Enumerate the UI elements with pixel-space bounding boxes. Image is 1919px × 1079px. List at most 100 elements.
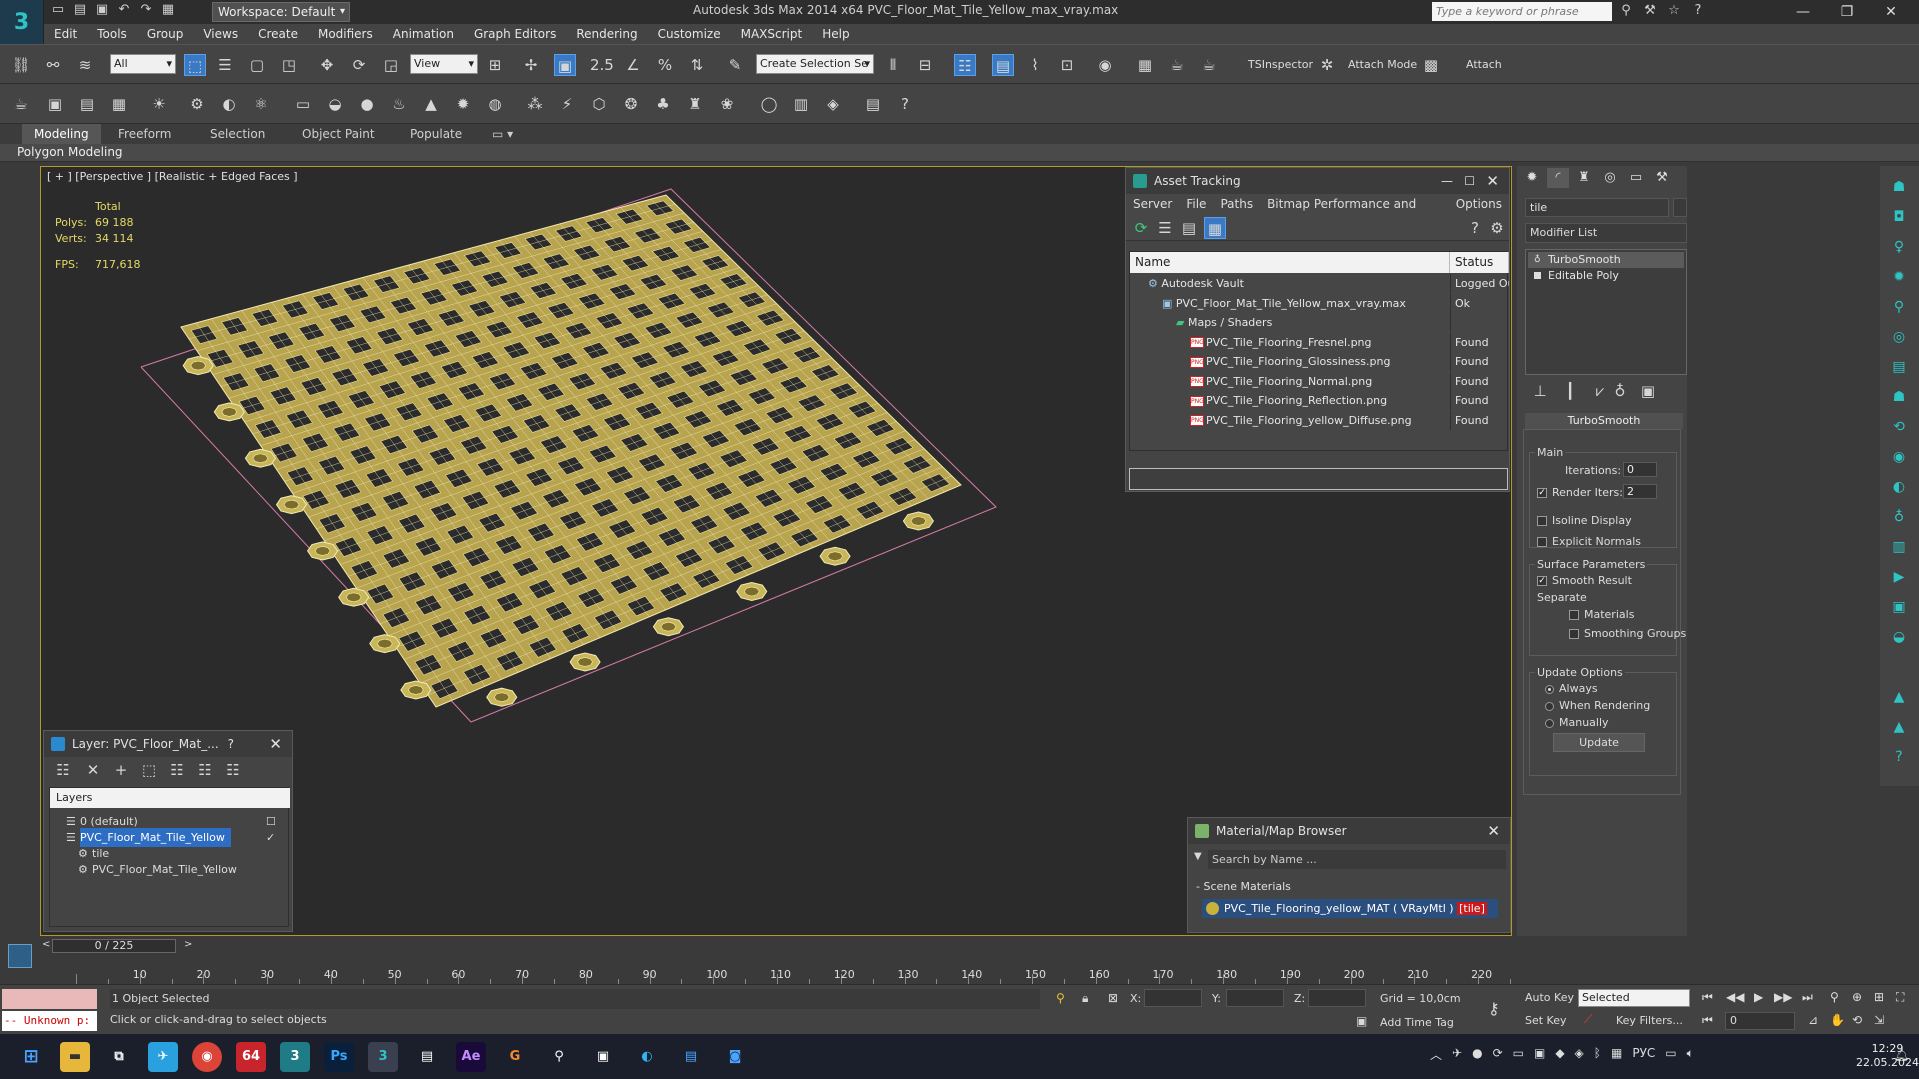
photoshop-icon[interactable]: Ps [324, 1042, 354, 1072]
asset-row[interactable]: ▣ PVC_Floor_Mat_Tile_Yellow_max_vray.max… [1130, 293, 1509, 313]
layer-row[interactable]: ⚙ PVC_Floor_Mat_Tile_Yellow [50, 860, 290, 879]
asset-menu-options[interactable]: Options [1449, 194, 1509, 215]
schematic-view-icon[interactable]: ⊡ [1056, 54, 1078, 76]
bolt-icon[interactable]: ⚡ [556, 93, 578, 115]
smooth-result-checkbox[interactable]: ✓ Smooth Result [1537, 574, 1632, 587]
select-object-icon[interactable]: ⬚ [184, 54, 206, 76]
display-tab-icon[interactable]: ▭ [1625, 168, 1647, 188]
add-icon[interactable]: + [110, 759, 132, 781]
telegram-icon[interactable]: ✈ [148, 1042, 178, 1072]
unlink-icon[interactable]: ⚯ [42, 54, 64, 76]
hair-icon[interactable]: ❀ [716, 93, 738, 115]
book-icon[interactable]: ▤ [1888, 356, 1910, 378]
mesh-icon[interactable]: ⬡ [588, 93, 610, 115]
configure-sets-icon[interactable]: ▣ [1637, 380, 1659, 402]
task-view-icon[interactable]: ⧉ [104, 1042, 134, 1072]
search-input[interactable]: Type a keyword or phrase [1432, 2, 1612, 21]
next-frame-icon[interactable]: > [184, 939, 192, 950]
open-file-icon[interactable]: ▤ [72, 2, 88, 18]
material-editor-icon[interactable]: ◉ [1094, 54, 1116, 76]
asset-row[interactable]: ▰ Maps / Shaders [1130, 313, 1509, 332]
dynamics-icon[interactable]: ⚛ [250, 93, 272, 115]
g-app-icon[interactable]: G [500, 1042, 530, 1072]
disk-icon[interactable]: ▣ [588, 1042, 618, 1072]
close-icon[interactable]: ✕ [1869, 0, 1913, 24]
render-list-icon[interactable]: ▦ [108, 93, 130, 115]
restore-icon[interactable]: ❐ [1825, 0, 1869, 24]
isolate-icon[interactable]: ⚲ [1056, 991, 1065, 1005]
undo-icon[interactable]: ↶ [116, 2, 132, 18]
zoom-extents-icon[interactable]: ⊞ [1874, 990, 1884, 1004]
attach-mode-label[interactable]: Attach Mode [1348, 58, 1417, 71]
vpn-icon[interactable]: ⚲ [544, 1042, 574, 1072]
column-header-name[interactable]: Name [1130, 252, 1450, 273]
motion-tab-icon[interactable]: ◎ [1599, 168, 1621, 188]
set-key-button[interactable]: Set Key [1525, 1014, 1567, 1027]
smoothing-groups-checkbox[interactable]: Smoothing Groups [1569, 627, 1686, 640]
rotate-icon[interactable]: ⟳ [348, 54, 370, 76]
network-icon[interactable]: ▭ [1665, 1046, 1676, 1063]
stack-item-turbosmooth[interactable]: ♁ TurboSmooth [1528, 252, 1684, 268]
render-iters-checkbox[interactable]: ✓ Render Iters: [1537, 486, 1623, 499]
key-mode-toggle-icon[interactable]: ⏮ [1702, 1013, 1713, 1028]
dropdown-arrow-icon[interactable]: ▼ [1194, 851, 1202, 862]
selection-filter-dropdown[interactable]: All [110, 54, 176, 74]
video-icon[interactable]: ▶ [1888, 566, 1910, 588]
plane-icon[interactable]: ▭ [292, 93, 314, 115]
camera-icon[interactable]: ◘ [1888, 206, 1910, 228]
export-icon[interactable]: ▤ [862, 93, 884, 115]
menu-customize[interactable]: Customize [648, 24, 731, 44]
3dsmax-active-icon[interactable]: 3 [368, 1042, 398, 1072]
layers-header[interactable]: Layers [50, 788, 290, 808]
light-lister-icon[interactable]: ☀ [148, 93, 170, 115]
refresh-icon[interactable]: ⟳ [1130, 217, 1152, 239]
globe-icon[interactable]: ◉ [1888, 446, 1910, 468]
tab-populate[interactable]: Populate [398, 124, 474, 144]
notepad-icon[interactable]: ▤ [412, 1042, 442, 1072]
ies-light-icon[interactable]: ◍ [484, 93, 506, 115]
current-frame-field[interactable]: 0 [1725, 1012, 1795, 1030]
keyboard-shortcut-icon[interactable]: ▣ [554, 54, 576, 76]
menu-edit[interactable]: Edit [44, 24, 87, 44]
prev-frame-icon[interactable]: < [42, 939, 50, 950]
iterations-spinner[interactable]: 0 [1623, 462, 1657, 477]
asset-row[interactable]: ⚙ Autodesk Vault Logged Ou [1130, 274, 1509, 293]
asset-row[interactable]: PNG PVC_Tile_Flooring_yellow_Diffuse.png F… [1130, 410, 1509, 430]
menu-animation[interactable]: Animation [383, 24, 464, 44]
manually-radio[interactable]: Manually [1545, 716, 1609, 729]
light-bulb-icon[interactable]: ♀ [1888, 236, 1910, 258]
maximize-viewport-icon[interactable]: ⛶ [1896, 990, 1904, 1005]
freeze-layers-icon[interactable]: ☷ [222, 759, 244, 781]
question-icon[interactable]: ? [894, 93, 916, 115]
named-selection-dropdown[interactable]: Create Selection Se [756, 54, 874, 74]
time-slider[interactable]: < 0 / 225 > [40, 938, 1512, 954]
material-entry[interactable]: PVC_Tile_Flooring_yellow_MAT ( VRayMtl )… [1202, 899, 1498, 918]
select-by-name-icon[interactable]: ☰ [214, 54, 236, 76]
asset-menu-server[interactable]: Server [1126, 194, 1179, 215]
align-icon[interactable]: ⊟ [914, 54, 936, 76]
tools-icon[interactable]: ⚙ [186, 93, 208, 115]
teapot-icon[interactable]: ☕ [10, 93, 32, 115]
select-objects-icon[interactable]: ⬚ [138, 759, 160, 781]
help-icon[interactable]: ? [1690, 3, 1706, 19]
menu-rendering[interactable]: Rendering [566, 24, 647, 44]
polygon-modeling-label[interactable]: Polygon Modeling [17, 145, 123, 159]
key-tangent-icon[interactable]: ⟋ [1584, 1012, 1592, 1027]
list-view-icon[interactable]: ☰ [1154, 217, 1176, 239]
field-of-view-icon[interactable]: ⊿ [1808, 1013, 1818, 1027]
file-explorer-icon[interactable]: ▬ [60, 1042, 90, 1072]
absolute-mode-icon[interactable]: ⊠ [1108, 991, 1118, 1005]
always-radio[interactable]: Always [1545, 682, 1598, 695]
render-setup-icon[interactable]: ▦ [1134, 54, 1156, 76]
after-effects-icon[interactable]: Ae [456, 1042, 486, 1072]
radio-icon[interactable] [1545, 718, 1554, 728]
track-bar[interactable]: 10 20 30 40 50 60 70 80 90 100 110 120 130 140 150 160 1… [40, 956, 1512, 984]
tree-view-icon[interactable]: ▤ [1178, 217, 1200, 239]
3dsmax-taskbar-icon[interactable]: 3 [280, 1042, 310, 1072]
maximize-icon[interactable]: ☐ [1464, 168, 1475, 194]
lock-selection-icon[interactable]: 🔒︎ [1082, 991, 1088, 1006]
checkbox-icon[interactable] [1569, 629, 1579, 639]
pin-stack-icon[interactable]: ⊥ [1529, 380, 1551, 402]
tab-freeform[interactable]: Freeform [106, 124, 183, 144]
walkthrough-icon[interactable]: ⇲ [1874, 1013, 1884, 1027]
